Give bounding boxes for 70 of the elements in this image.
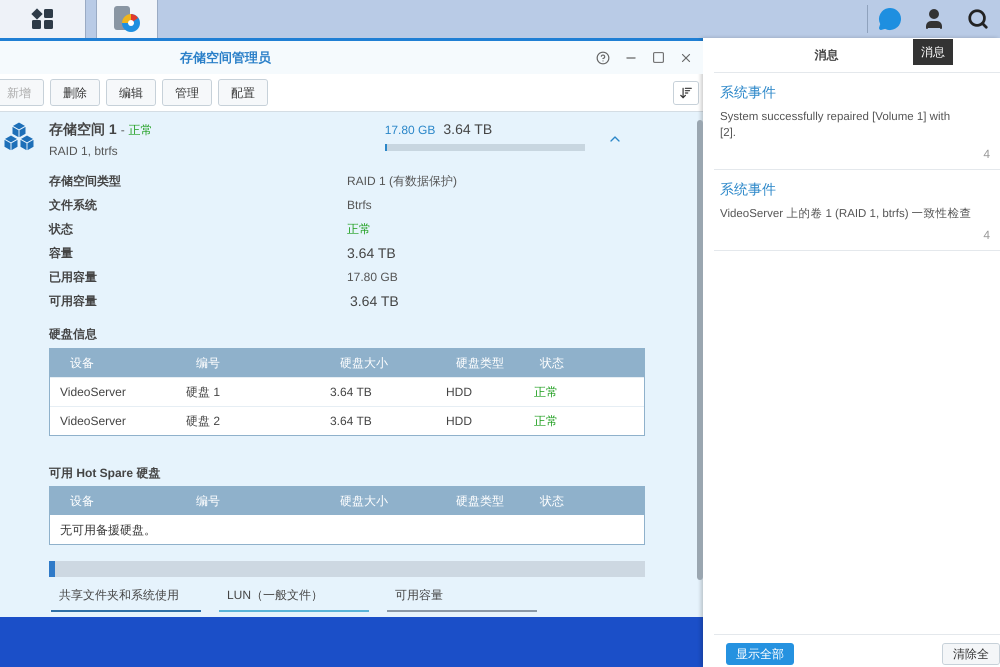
detail-label: 可用容量	[49, 293, 98, 310]
section-title: 硬盘信息	[49, 326, 98, 343]
help-icon[interactable]	[596, 50, 610, 64]
main-menu-button[interactable]	[0, 0, 86, 38]
volume-name: 存储空间 1	[49, 120, 117, 139]
column-header: 硬盘大小	[340, 355, 389, 372]
notification-time: 4	[983, 227, 990, 244]
cubes-icon	[3, 121, 35, 153]
detail-value: RAID 1 (有数据保护)	[347, 173, 458, 190]
detail-value: 3.64 TB	[350, 292, 399, 310]
storage-chart-icon	[111, 4, 143, 34]
window-title: 存储空间管理员	[180, 48, 271, 67]
table-cell-text: 3.64 TB	[330, 384, 373, 401]
column-header: 硬盘类型	[456, 493, 505, 510]
table-cell-text: 硬盘 2	[186, 413, 222, 430]
used-size: 17.80 GB	[384, 122, 436, 139]
detail-label: 文件系统	[49, 197, 98, 214]
table-cell-text: 硬盘 1	[186, 384, 222, 401]
volume-subtitle: RAID 1, btrfs	[49, 143, 119, 160]
detail-label: 已用容量	[49, 269, 98, 286]
column-header: 硬盘大小	[340, 493, 389, 510]
notification-item[interactable]: 系统事件 System successfully repaired [Volume 1] with [2]. 4	[714, 72, 1000, 169]
table-cell-text: HDD	[446, 384, 473, 401]
table-cell-text: HDD	[446, 413, 473, 430]
legend-item: 共享文件夹和系统使用	[51, 586, 201, 612]
detail-label: 状态	[49, 221, 74, 238]
detail-value: 正常	[347, 221, 371, 238]
notification-time: 4	[983, 146, 990, 163]
tooltip: 消息	[913, 39, 953, 65]
storage-app-button[interactable]	[96, 0, 158, 38]
notification-text: VideoServer 上的卷 1 (RAID 1, btrfs) 一致性检查	[720, 206, 973, 222]
notification-title: 系统事件	[720, 180, 777, 199]
column-header: 设备	[70, 493, 95, 510]
table-cell-text: 3.64 TB	[330, 413, 373, 430]
legend-item: LUN（一般文件）	[219, 586, 369, 612]
detail-label: 存储空间类型	[49, 173, 122, 190]
sort-button[interactable]	[673, 80, 699, 104]
column-header: 硬盘类型	[456, 355, 505, 372]
notification-text: System successfully repaired [Volume 1] with	[720, 110, 952, 125]
empty-message: 无可用备援硬盘。	[60, 522, 156, 538]
notification-item[interactable]: 系统事件 VideoServer 上的卷 1 (RAID 1, btrfs) 一致性检查 4	[714, 169, 1000, 250]
detail-label: 容量	[49, 245, 74, 262]
detail-value: 3.64 TB	[347, 244, 396, 262]
volume-status: 正常	[128, 122, 153, 139]
sort-icon	[679, 86, 693, 100]
maximize-icon[interactable]	[652, 50, 665, 64]
panel-title: 消息	[814, 47, 838, 64]
section-title: 可用 Hot Spare 硬盘	[49, 465, 162, 482]
table-cell-text: 正常	[533, 384, 559, 401]
toolbar-button[interactable]: 删除	[50, 79, 100, 106]
grid-icon	[30, 8, 54, 30]
toolbar-button[interactable]: 编辑	[106, 79, 156, 106]
notification-title: 系统事件	[720, 83, 777, 102]
notification-text: [2].	[720, 126, 737, 141]
column-header: 状态	[540, 493, 565, 510]
table-cell-text: VideoServer	[60, 413, 127, 430]
clear-all-button[interactable]: 清除全	[942, 643, 1000, 665]
column-header: 设备	[70, 355, 95, 372]
separator: -	[120, 122, 125, 139]
toolbar-button[interactable]: 管理	[162, 79, 212, 106]
legend-item: 可用容量	[387, 586, 537, 612]
total-size: 3.64 TB	[443, 120, 492, 139]
detail-value: Btrfs	[347, 197, 372, 214]
column-header: 编号	[196, 355, 221, 372]
column-header: 状态	[540, 355, 565, 372]
toolbar-button[interactable]: 配置	[218, 79, 268, 106]
table-cell-text: 正常	[533, 413, 559, 430]
table-cell-text: VideoServer	[60, 384, 127, 401]
column-header: 编号	[196, 493, 221, 510]
detail-value: 17.80 GB	[347, 269, 398, 286]
